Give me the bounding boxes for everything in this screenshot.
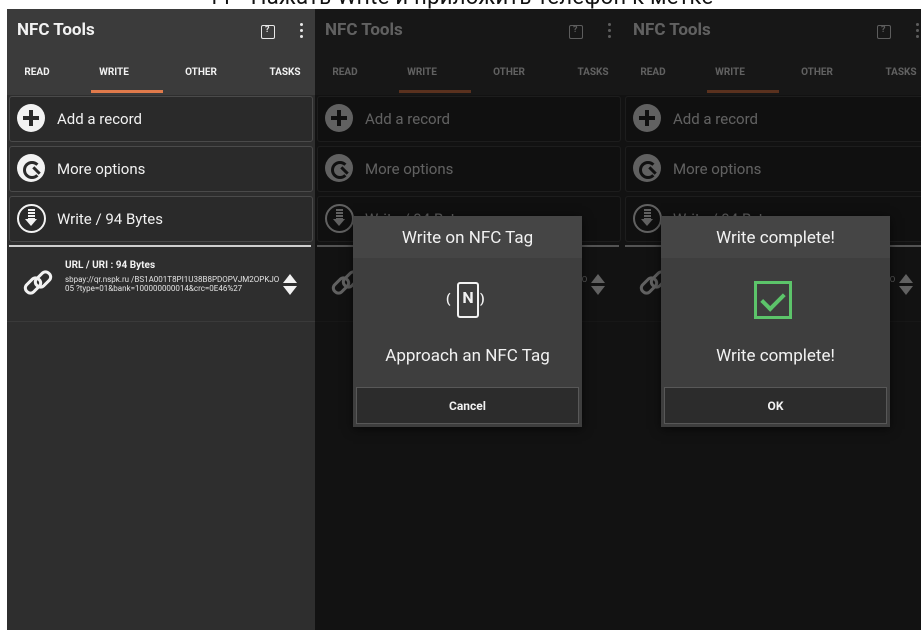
write-button[interactable]: Write / 94 Bytes [9,196,313,242]
screen-write-complete: NFC Tools READ WRITE OTHER TASKS Add a r… [623,9,921,630]
add-icon [17,104,45,132]
dialog-title: Write complete! [661,216,890,258]
cancel-button[interactable]: Cancel [356,387,579,424]
tab-bar: READ WRITE OTHER TASKS [7,54,315,95]
tab-other[interactable]: OTHER [171,67,231,78]
more-options-button[interactable]: More options [9,146,313,192]
record-item[interactable]: URL / URI : 94 Bytes sbpay://qr.nspk.ru … [7,249,315,322]
caption: 11 - Нажать Write и приложить телефон к … [0,0,921,9]
add-record-button[interactable]: Add a record [9,96,313,142]
dialog-message: Write complete! [716,346,835,366]
ok-button[interactable]: OK [664,387,887,424]
app-bar: NFC Tools [7,9,315,54]
overflow-menu-icon[interactable] [300,23,304,41]
write-download-icon [17,204,46,233]
wrench-icon [17,154,45,182]
write-complete-dialog: Write complete! Write complete! OK [661,216,890,427]
link-icon [21,267,51,297]
tab-tasks[interactable]: TASKS [255,67,315,78]
screen-write-dialog: NFC Tools READ WRITE OTHER TASKS Add a r… [315,9,623,630]
screen-write-tab: NFC Tools READ WRITE OTHER TASKS Add a r… [7,9,315,630]
divider [9,245,311,247]
add-record-label: Add a record [57,110,143,128]
dialog-message: Approach an NFC Tag [385,346,550,366]
tab-write[interactable]: WRITE [84,67,144,78]
tab-read[interactable]: READ [7,67,67,78]
record-title: URL / URI : 94 Bytes [65,260,156,271]
write-label: Write / 94 Bytes [57,210,164,228]
write-nfc-dialog: Write on NFC Tag (N) Approach an NFC Tag… [353,216,582,427]
app-title: NFC Tools [17,20,95,40]
help-icon[interactable] [261,25,275,39]
reorder-handle-icon[interactable] [283,274,297,296]
active-tab-indicator [91,90,163,93]
nfc-phone-icon: (N) [446,282,487,320]
dialog-title: Write on NFC Tag [353,216,582,258]
record-value: sbpay://qr.nspk.ru /BS1A001T8PI1U38B8PDO… [65,275,280,293]
checkmark-icon [754,281,792,319]
more-options-label: More options [57,160,146,178]
